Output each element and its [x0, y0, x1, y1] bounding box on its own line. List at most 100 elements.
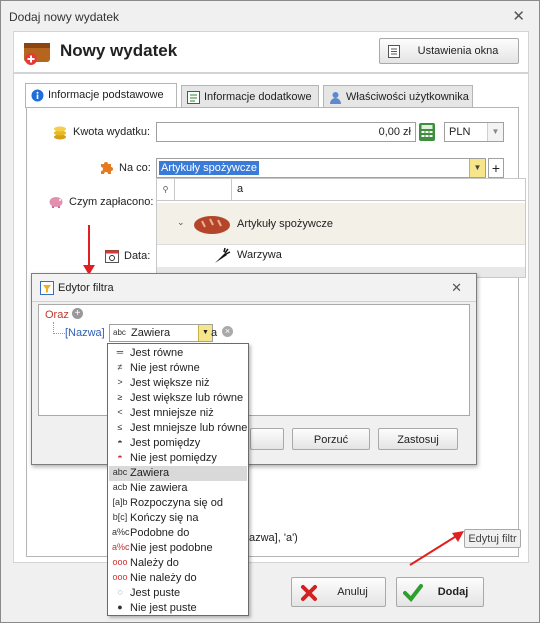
operator-option-label: Rozpoczyna się od [130, 497, 223, 509]
filter-tree: Oraz + [Nazwa] abc Zawiera ▼ a × [38, 304, 470, 416]
apply-button[interactable]: Zastosuj [378, 428, 458, 450]
not-contains-icon: acb [112, 482, 128, 492]
operator-option-label: Nie jest pomiędzy [130, 452, 217, 464]
like-icon: a%c [112, 527, 130, 537]
amount-input[interactable]: 0,00 zł [156, 122, 416, 142]
operator-option-label: Nie zawiera [130, 482, 188, 494]
title-bar: Dodaj nowy wydatek ✕ [1, 1, 539, 31]
currency-select[interactable]: PLN ▼ [444, 122, 504, 142]
operator-option-label: Jest mniejsze lub równe [130, 422, 248, 434]
filter-editor-dialog: Edytor filtra ✕ Oraz + [Nazwa] abc Zawie… [31, 273, 477, 465]
form-icon [187, 91, 200, 104]
operator-option-ends-with[interactable]: b[c] Kończy się na [109, 511, 247, 526]
not-equals-icon: ≠ [117, 362, 123, 372]
chevron-down-icon[interactable]: ▼ [487, 123, 503, 141]
category-label: Na co: [119, 162, 151, 174]
cancel-label: Anuluj [337, 586, 368, 598]
not-in-icon: ooo [112, 572, 128, 582]
not-like-icon: a%c [112, 542, 130, 552]
page-title: Nowy wydatek [60, 41, 178, 60]
add-condition-icon[interactable]: + [72, 308, 83, 319]
puzzle-icon [101, 162, 113, 174]
operator-option-greater[interactable]: > Jest większe niż [109, 376, 247, 391]
dialog-title-bar: Edytor filtra ✕ [32, 274, 476, 302]
calculator-icon[interactable] [418, 122, 436, 142]
operator-option-between[interactable]: ◓ Jest pomiędzy [109, 436, 247, 451]
equals-icon: ═ [116, 347, 124, 357]
coins-icon [54, 126, 66, 140]
category-grid: ⚲ a ⌄ Artykuły spożywcze Warzywa [156, 178, 526, 278]
less-equal-icon: ≤ [117, 422, 123, 432]
filter-group-operator[interactable]: Oraz [45, 309, 69, 321]
date-label: Data: [124, 250, 151, 262]
table-row[interactable]: ⌄ Artykuły spożywcze [157, 203, 525, 245]
operator-option-in[interactable]: ooo Należy do [109, 556, 247, 571]
filter-editor-icon [40, 281, 54, 295]
discard-button[interactable]: Porzuć [292, 428, 370, 450]
annotation-arrow-diagonal [409, 531, 464, 566]
filter-value[interactable]: a [211, 327, 217, 339]
operator-option-is-not-null[interactable]: ● Nie jest puste [109, 601, 247, 616]
operator-option-label: Podobne do [130, 527, 190, 539]
contains-icon: abc [112, 467, 128, 477]
operator-value: Zawiera [131, 327, 171, 339]
category-value: Artykuły spożywcze [159, 161, 259, 175]
operator-option-is-null[interactable]: ◌ Jest puste [109, 586, 247, 601]
operator-select[interactable]: abc Zawiera ▼ [109, 324, 213, 342]
tab-user-properties[interactable]: Właściwości użytkownika [323, 85, 473, 107]
currency-value: PLN [449, 126, 471, 138]
operator-option-greater-equal[interactable]: ≥ Jest większe lub równe [109, 391, 247, 406]
add-category-button[interactable]: + [488, 158, 504, 178]
between-icon: ◓ [117, 437, 123, 447]
cancel-button[interactable]: Anuluj [291, 577, 386, 607]
tab-basic-info[interactable]: Informacje podstawowe [25, 83, 177, 108]
is-not-null-icon: ● [117, 602, 123, 612]
grid-filter-row[interactable]: ⚲ a [157, 179, 525, 201]
operator-option-not-between[interactable]: ◓ Nie jest pomiędzy [109, 451, 247, 466]
ends-with-icon: b[c] [112, 512, 128, 522]
operator-option-label: Nie jest podobne [130, 542, 213, 554]
operator-option-not-like[interactable]: a%c Nie jest podobne [109, 541, 247, 556]
operator-dropdown: ═ Jest równe ≠ Nie jest równe > Jest większe … [107, 343, 249, 616]
category-select[interactable]: Artykuły spożywcze ▼ [156, 158, 486, 178]
starts-with-icon: [a]b [112, 497, 128, 507]
grid-row-label: Artykuły spożywcze [237, 218, 333, 230]
operator-option-not-contains[interactable]: acb Nie zawiera [109, 481, 247, 496]
settings-list-icon [388, 45, 400, 58]
operator-option-contains[interactable]: abc Zawiera [109, 466, 247, 481]
operator-option-less[interactable]: < Jest mniejsze niż [109, 406, 247, 421]
filter-expression: azwa], 'a') [249, 532, 298, 544]
operator-option-starts-with[interactable]: [a]b Rozpoczyna się od [109, 496, 247, 511]
table-row[interactable]: Warzywa [157, 246, 525, 266]
chevron-down-icon[interactable]: ⌄ [177, 217, 185, 228]
operator-option-like[interactable]: a%c Podobne do [109, 526, 247, 541]
tab-label: Informacje dodatkowe [204, 91, 312, 103]
not-between-icon: ◓ [117, 452, 123, 462]
operator-option-less-equal[interactable]: ≤ Jest mniejsze lub równe [109, 421, 248, 436]
chevron-down-icon[interactable]: ▼ [198, 325, 212, 341]
dialog-hidden-button[interactable] [250, 428, 284, 450]
operator-option-label: Nie należy do [130, 572, 197, 584]
calendar-icon [105, 250, 119, 263]
operator-option-not-in[interactable]: ooo Nie należy do [109, 571, 247, 586]
operator-option-label: Jest pomiędzy [130, 437, 201, 449]
operator-option-equals[interactable]: ═ Jest równe [109, 346, 247, 361]
close-icon[interactable]: ✕ [451, 280, 462, 296]
operator-option-label: Zawiera [130, 467, 170, 479]
tab-additional-info[interactable]: Informacje dodatkowe [181, 85, 319, 107]
is-null-icon: ◌ [117, 587, 123, 597]
add-label: Dodaj [437, 586, 469, 598]
edit-filter-button[interactable]: Edytuj filtr [464, 529, 521, 548]
add-button[interactable]: Dodaj [396, 577, 484, 607]
greater-icon: > [117, 377, 123, 387]
window-settings-button[interactable]: Ustawienia okna [379, 38, 519, 64]
operator-option-label: Jest mniejsze niż [130, 407, 214, 419]
filter-field[interactable]: [Nazwa] [65, 327, 105, 339]
chevron-down-icon[interactable]: ▼ [469, 159, 485, 177]
operator-option-label: Jest większe lub równe [130, 392, 244, 404]
settings-button-label: Ustawienia okna [417, 45, 499, 57]
operator-option-not-equals[interactable]: ≠ Nie jest równe [109, 361, 247, 376]
bread-icon [194, 216, 230, 234]
remove-condition-icon[interactable]: × [222, 326, 233, 337]
close-icon[interactable]: ✕ [512, 7, 525, 25]
